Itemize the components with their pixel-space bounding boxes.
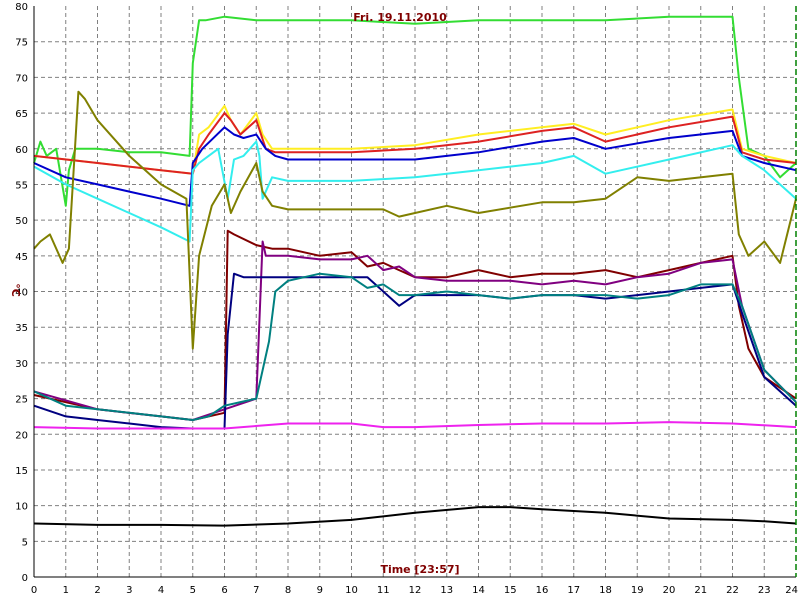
x-tick-label: 9 — [317, 585, 323, 596]
x-tick-label: 4 — [158, 585, 164, 596]
x-tick-label: 7 — [253, 585, 259, 596]
y-tick-label: 65 — [15, 109, 28, 120]
x-tick-label: 18 — [599, 585, 612, 596]
x-tick-label: 17 — [567, 585, 580, 596]
x-tick-label: 13 — [440, 585, 453, 596]
x-tick-labels: 0 1 2 3 4 5 6 7 8 9 10 11 12 13 14 15 16 17 18 19 20 21 22 23 24 — [31, 585, 798, 596]
y-tick-label: 70 — [15, 73, 28, 84]
chart-title: Fri. 19.11.2010 — [353, 11, 447, 24]
y-tick-label: 45 — [15, 252, 28, 263]
x-tick-label: 5 — [190, 585, 196, 596]
x-tick-label: 3 — [126, 585, 132, 596]
x-tick-label: 14 — [472, 585, 485, 596]
temperature-chart: 05101520253035404550556065707580 0123456… — [9, 2, 798, 596]
y-tick-label: 55 — [15, 180, 28, 191]
x-tick-label: 6 — [221, 585, 227, 596]
y-tick-label: 35 — [15, 323, 28, 334]
x-tick-label: 1 — [63, 585, 69, 596]
x-tick-label: 15 — [504, 585, 517, 596]
x-tick-label: 20 — [663, 585, 676, 596]
x-tick-label: 0 — [31, 585, 37, 596]
x-tick-label: 16 — [536, 585, 549, 596]
y-tick-label: 10 — [15, 502, 28, 513]
x-tick-label: 10 — [345, 585, 358, 596]
y-tick-label: 50 — [15, 216, 28, 227]
x-tick-label: 12 — [409, 585, 422, 596]
y-tick-label: 80 — [15, 2, 28, 13]
y-tick-label: 25 — [15, 395, 28, 406]
x-tick-label: 19 — [631, 585, 644, 596]
y-axis-label: °C — [9, 283, 22, 297]
x-tick-label: 21 — [694, 585, 707, 596]
x-tick-label: 8 — [285, 585, 291, 596]
x-tick-label: 11 — [377, 585, 390, 596]
x-tick-label: 23 — [758, 585, 771, 596]
x-tick-label: 22 — [726, 585, 739, 596]
y-tick-label: 5 — [22, 537, 28, 548]
y-tick-label: 0 — [22, 573, 28, 584]
y-tick-label: 20 — [15, 430, 28, 441]
x-axis-label: Time [23:57] — [380, 563, 459, 576]
y-tick-label: 15 — [15, 466, 28, 477]
y-tick-label: 75 — [15, 38, 28, 49]
y-tick-label: 30 — [15, 359, 28, 370]
x-tick-label: 2 — [94, 585, 100, 596]
y-tick-label: 60 — [15, 145, 28, 156]
x-tick-label: 24 — [785, 585, 798, 596]
